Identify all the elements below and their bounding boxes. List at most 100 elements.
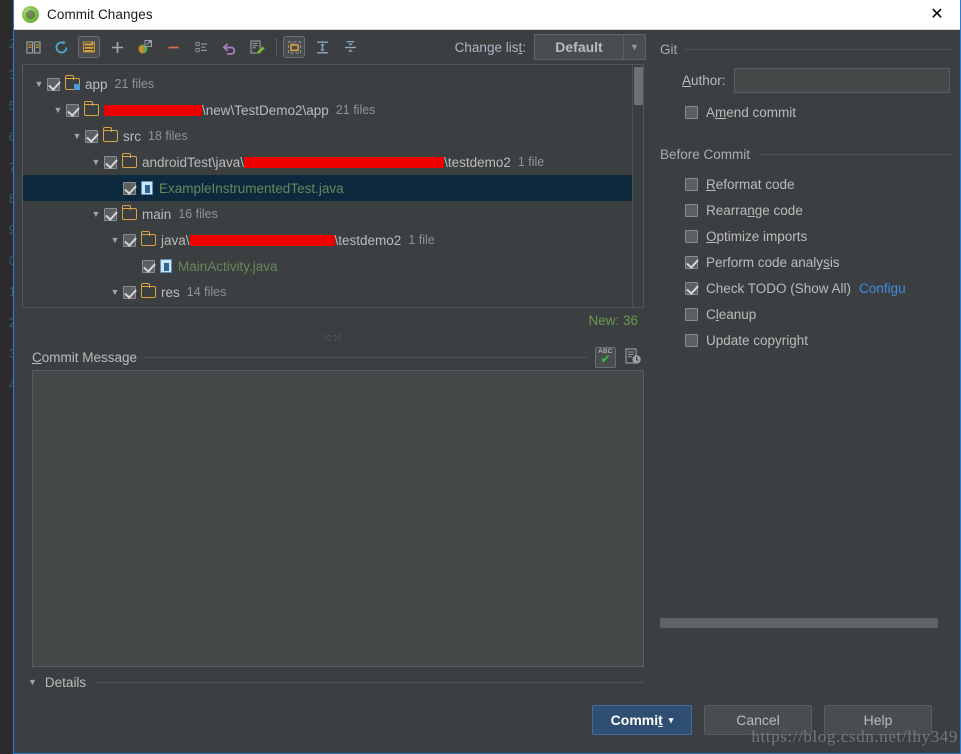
tree-row-label: androidTest\java\ \testdemo2 bbox=[142, 154, 511, 170]
tree-row-checkbox[interactable] bbox=[47, 77, 60, 91]
edit-source-icon[interactable] bbox=[246, 36, 268, 58]
tree-row-checkbox[interactable] bbox=[66, 103, 79, 117]
tree-row[interactable]: MainActivity.java bbox=[23, 253, 632, 279]
tree-row-label: java\ \testdemo2 bbox=[161, 232, 402, 248]
update-copyright-label: Update copyright bbox=[706, 332, 809, 348]
refresh-icon[interactable] bbox=[50, 36, 72, 58]
chevron-down-icon[interactable]: ▼ bbox=[107, 235, 123, 245]
tree-row-checkbox[interactable] bbox=[85, 129, 98, 143]
cancel-button[interactable]: Cancel bbox=[704, 705, 812, 735]
option-row-reformat-code[interactable]: Reformat code bbox=[660, 171, 960, 197]
chevron-down-icon[interactable]: ▼ bbox=[107, 287, 123, 297]
changes-toolbar: x Change list: Default ▼ bbox=[14, 30, 652, 64]
dialog-title: Commit Changes bbox=[47, 7, 153, 22]
tree-row[interactable]: ExampleInstrumentedTest.java bbox=[23, 175, 632, 201]
details-section-header[interactable]: ▼ Details bbox=[14, 667, 652, 697]
show-diff-icon[interactable] bbox=[22, 36, 44, 58]
author-input[interactable] bbox=[733, 68, 950, 93]
commit-button-label: Commit bbox=[610, 712, 663, 728]
tree-row-checkbox[interactable] bbox=[142, 259, 155, 273]
chevron-down-icon[interactable]: ▼ bbox=[31, 79, 47, 89]
tree-row-label: res bbox=[161, 284, 180, 300]
chevron-down-icon[interactable]: ▾ bbox=[669, 715, 674, 726]
tree-row-checkbox[interactable] bbox=[123, 285, 136, 299]
changelist-combobox[interactable]: Default ▼ bbox=[534, 34, 646, 60]
option-row-perform-code-analysis[interactable]: Perform code analysis bbox=[660, 249, 960, 275]
tree-row[interactable]: ▼ java\ \testdemo2 1 file bbox=[23, 227, 632, 253]
tree-row-label: ExampleInstrumentedTest.java bbox=[159, 180, 344, 196]
tree-row-label: main bbox=[142, 206, 172, 222]
chevron-down-icon[interactable]: ▼ bbox=[28, 677, 37, 687]
chevron-down-icon[interactable]: ▼ bbox=[623, 35, 645, 59]
expand-all-icon[interactable] bbox=[311, 36, 333, 58]
group-by-icon[interactable]: x bbox=[78, 36, 100, 58]
help-button[interactable]: Help bbox=[824, 705, 932, 735]
changed-files-tree[interactable]: ▼ app 21 files ▼ \new\TestDemo2\app 21 files ▼… bbox=[23, 65, 632, 307]
changelist-area: Change list: Default ▼ bbox=[455, 34, 646, 60]
changelist-value: Default bbox=[555, 39, 603, 55]
tree-row[interactable]: ▼ src 18 files bbox=[23, 123, 632, 149]
tree-row[interactable]: ▼ res 14 files bbox=[23, 279, 632, 305]
chevron-down-icon[interactable]: ▼ bbox=[69, 131, 85, 141]
add-icon[interactable] bbox=[106, 36, 128, 58]
option-row-cleanup[interactable]: Cleanup bbox=[660, 301, 960, 327]
amend-commit-row[interactable]: Amend commit bbox=[660, 99, 960, 125]
tree-row-checkbox[interactable] bbox=[104, 207, 117, 221]
tree-row-checkbox[interactable] bbox=[123, 233, 136, 247]
java-file-icon bbox=[160, 259, 172, 273]
collapse-all-icon[interactable] bbox=[339, 36, 361, 58]
group-by-directory-icon[interactable] bbox=[283, 36, 305, 58]
tree-row-label: src bbox=[123, 128, 141, 144]
git-group-rule bbox=[685, 48, 952, 50]
commit-message-header: Commit Message ABC ✔ bbox=[14, 344, 652, 370]
cleanup-checkbox[interactable] bbox=[685, 307, 698, 321]
tree-row-file-count: 18 files bbox=[148, 129, 188, 143]
tree-row-checkbox[interactable] bbox=[123, 181, 136, 195]
commit-message-input[interactable] bbox=[32, 370, 644, 667]
option-row-rearrange-code[interactable]: Rearrange code bbox=[660, 197, 960, 223]
commit-button[interactable]: Commit ▾ bbox=[592, 705, 692, 735]
option-row-optimize-imports[interactable]: Optimize imports bbox=[660, 223, 960, 249]
java-file-icon bbox=[141, 181, 153, 195]
tree-row-file-count: 21 files bbox=[335, 103, 376, 117]
folder-icon bbox=[83, 101, 99, 116]
option-row-update-copyright[interactable]: Update copyright bbox=[660, 327, 960, 353]
tree-row[interactable]: ▼ \new\TestDemo2\app 21 files bbox=[23, 97, 632, 123]
rearrange-code-checkbox[interactable] bbox=[685, 203, 698, 217]
flatten-packages-icon[interactable] bbox=[190, 36, 212, 58]
tree-scrollbar-thumb[interactable] bbox=[634, 67, 643, 105]
amend-commit-checkbox[interactable] bbox=[685, 105, 698, 119]
tree-row[interactable]: ▼ app 21 files bbox=[23, 71, 632, 97]
optimize-imports-checkbox[interactable] bbox=[685, 229, 698, 243]
tree-row-checkbox[interactable] bbox=[104, 155, 117, 169]
chevron-down-icon[interactable]: ▼ bbox=[88, 209, 104, 219]
reformat-code-label: Reformat code bbox=[706, 176, 795, 192]
check-todo-configure-link[interactable]: Configu bbox=[859, 281, 906, 296]
move-to-changelist-icon[interactable] bbox=[134, 36, 156, 58]
reformat-code-checkbox[interactable] bbox=[685, 177, 698, 191]
dialog-footer: Commit ▾ Cancel Help https://blog.csdn.n… bbox=[14, 697, 960, 753]
delete-icon[interactable] bbox=[162, 36, 184, 58]
commit-message-rule bbox=[145, 356, 587, 358]
folder-icon bbox=[121, 153, 137, 168]
abc-spellcheck-icon[interactable]: ABC ✔ bbox=[595, 346, 616, 368]
git-group-header: Git bbox=[660, 38, 960, 60]
tree-row[interactable]: ▼ androidTest\java\ \testdemo2 1 file bbox=[23, 149, 632, 175]
tree-row[interactable]: ▼ main 16 files bbox=[23, 201, 632, 227]
check-todo-checkbox[interactable] bbox=[685, 281, 698, 295]
message-history-icon[interactable] bbox=[624, 347, 642, 367]
right-panel-horizontal-scrollbar[interactable] bbox=[660, 617, 938, 629]
chevron-down-icon[interactable]: ▼ bbox=[50, 105, 66, 115]
revert-icon[interactable] bbox=[218, 36, 240, 58]
option-row-check-todo[interactable]: Check TODO (Show All) Configu bbox=[660, 275, 960, 301]
tree-vertical-scrollbar[interactable] bbox=[632, 65, 643, 307]
close-icon[interactable]: ✕ bbox=[914, 0, 960, 29]
right-scrollbar-thumb[interactable] bbox=[660, 618, 938, 628]
chevron-down-icon[interactable]: ▼ bbox=[88, 157, 104, 167]
vertical-splitter-handle[interactable]: ⁙⁙ bbox=[14, 332, 652, 345]
commit-changes-dialog: Commit Changes ✕ x Change list: Default … bbox=[13, 0, 961, 754]
git-group-title: Git bbox=[660, 41, 678, 57]
details-rule bbox=[94, 681, 644, 683]
update-copyright-checkbox[interactable] bbox=[685, 333, 698, 347]
perform-code-analysis-checkbox[interactable] bbox=[685, 255, 698, 269]
